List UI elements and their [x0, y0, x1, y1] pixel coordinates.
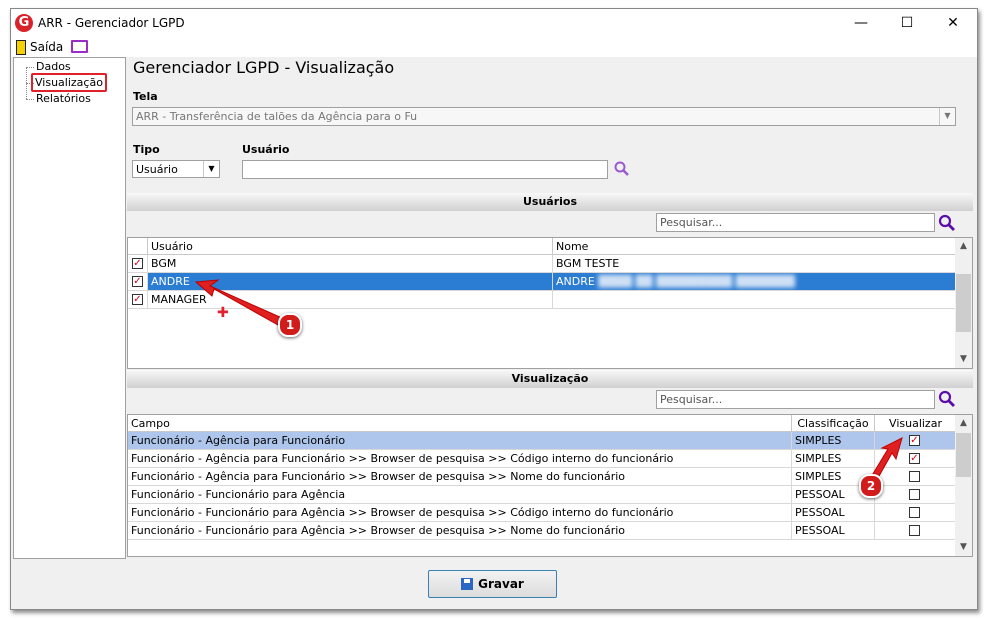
annotation-badge-1: 1 — [278, 313, 302, 337]
annotation-arrow-1 — [194, 279, 283, 326]
annotation-overlay — [194, 279, 903, 486]
cursor-plus-icon: ✚ — [217, 305, 229, 321]
annotation-badge-2: 2 — [859, 474, 883, 498]
